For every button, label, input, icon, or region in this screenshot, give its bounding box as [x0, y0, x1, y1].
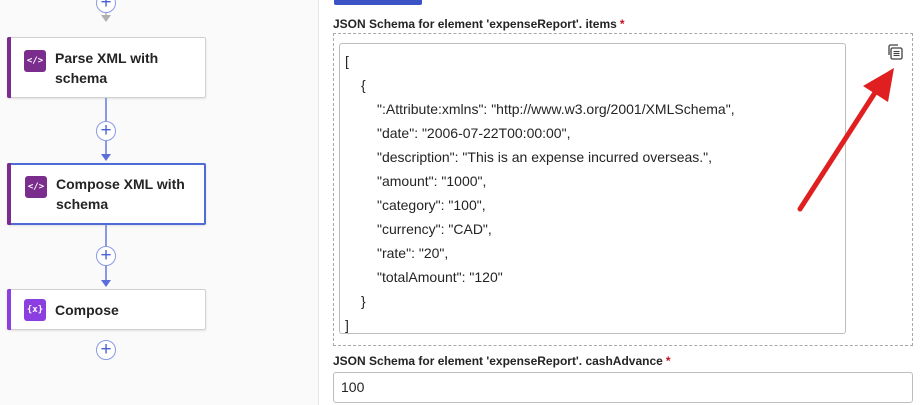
add-step-button[interactable]: + [96, 340, 116, 360]
workflow-canvas: + </> Parse XML with schema + </> Compos… [0, 0, 318, 405]
card-accent-bar [7, 289, 11, 330]
step-title: Compose XML with schema [56, 176, 185, 212]
panel-divider [318, 0, 319, 405]
connector-arrowhead [101, 15, 111, 22]
items-label-text: JSON Schema for element 'expenseReport'.… [333, 17, 617, 31]
cash-advance-input[interactable]: 100 [333, 372, 913, 403]
step-card-compose-xml[interactable]: </> Compose XML with schema [7, 163, 206, 225]
add-step-button[interactable]: + [96, 246, 116, 266]
copy-to-array-icon[interactable] [886, 43, 904, 61]
json-line: [ [345, 53, 349, 69]
xml-action-icon: </> [24, 50, 46, 72]
step-title: Compose [55, 302, 119, 318]
cash-advance-field-label: JSON Schema for element 'expenseReport'.… [333, 354, 671, 368]
step-card-parse-xml[interactable]: </> Parse XML with schema [7, 37, 206, 98]
json-line: } [361, 293, 366, 309]
required-marker: * [665, 354, 671, 368]
json-line: ] [345, 317, 349, 333]
xml-action-icon: </> [25, 176, 47, 198]
json-line: ":Attribute:xmlns": "http://www.w3.org/2… [377, 101, 735, 117]
json-line: { [361, 77, 366, 93]
step-card-compose[interactable]: {x} Compose [7, 289, 206, 330]
items-field-label: JSON Schema for element 'expenseReport'.… [333, 17, 624, 31]
json-line: "description": "This is an expense incur… [377, 149, 713, 165]
json-line: "rate": "20", [377, 245, 449, 261]
add-step-button[interactable]: + [96, 121, 116, 141]
json-line: "currency": "CAD", [377, 221, 492, 237]
active-tab-indicator [334, 0, 422, 5]
step-title: Parse XML with schema [55, 50, 159, 86]
card-accent-bar [7, 37, 11, 98]
items-json-editor[interactable]: [ { ":Attribute:xmlns": "http://www.w3.o… [339, 43, 846, 334]
add-step-button[interactable]: + [96, 0, 116, 13]
connector-arrowhead [101, 280, 111, 287]
json-line: "category": "100", [377, 197, 486, 213]
required-marker: * [619, 17, 625, 31]
connector-arrowhead [101, 154, 111, 161]
compose-braces-icon: {x} [24, 299, 46, 321]
card-accent-bar [7, 163, 11, 225]
json-line: "totalAmount": "120" [377, 269, 503, 285]
json-line: "amount": "1000", [377, 173, 487, 189]
json-line: "date": "2006-07-22T00:00:00", [377, 125, 571, 141]
cash-advance-label-text: JSON Schema for element 'expenseReport'.… [333, 354, 663, 368]
